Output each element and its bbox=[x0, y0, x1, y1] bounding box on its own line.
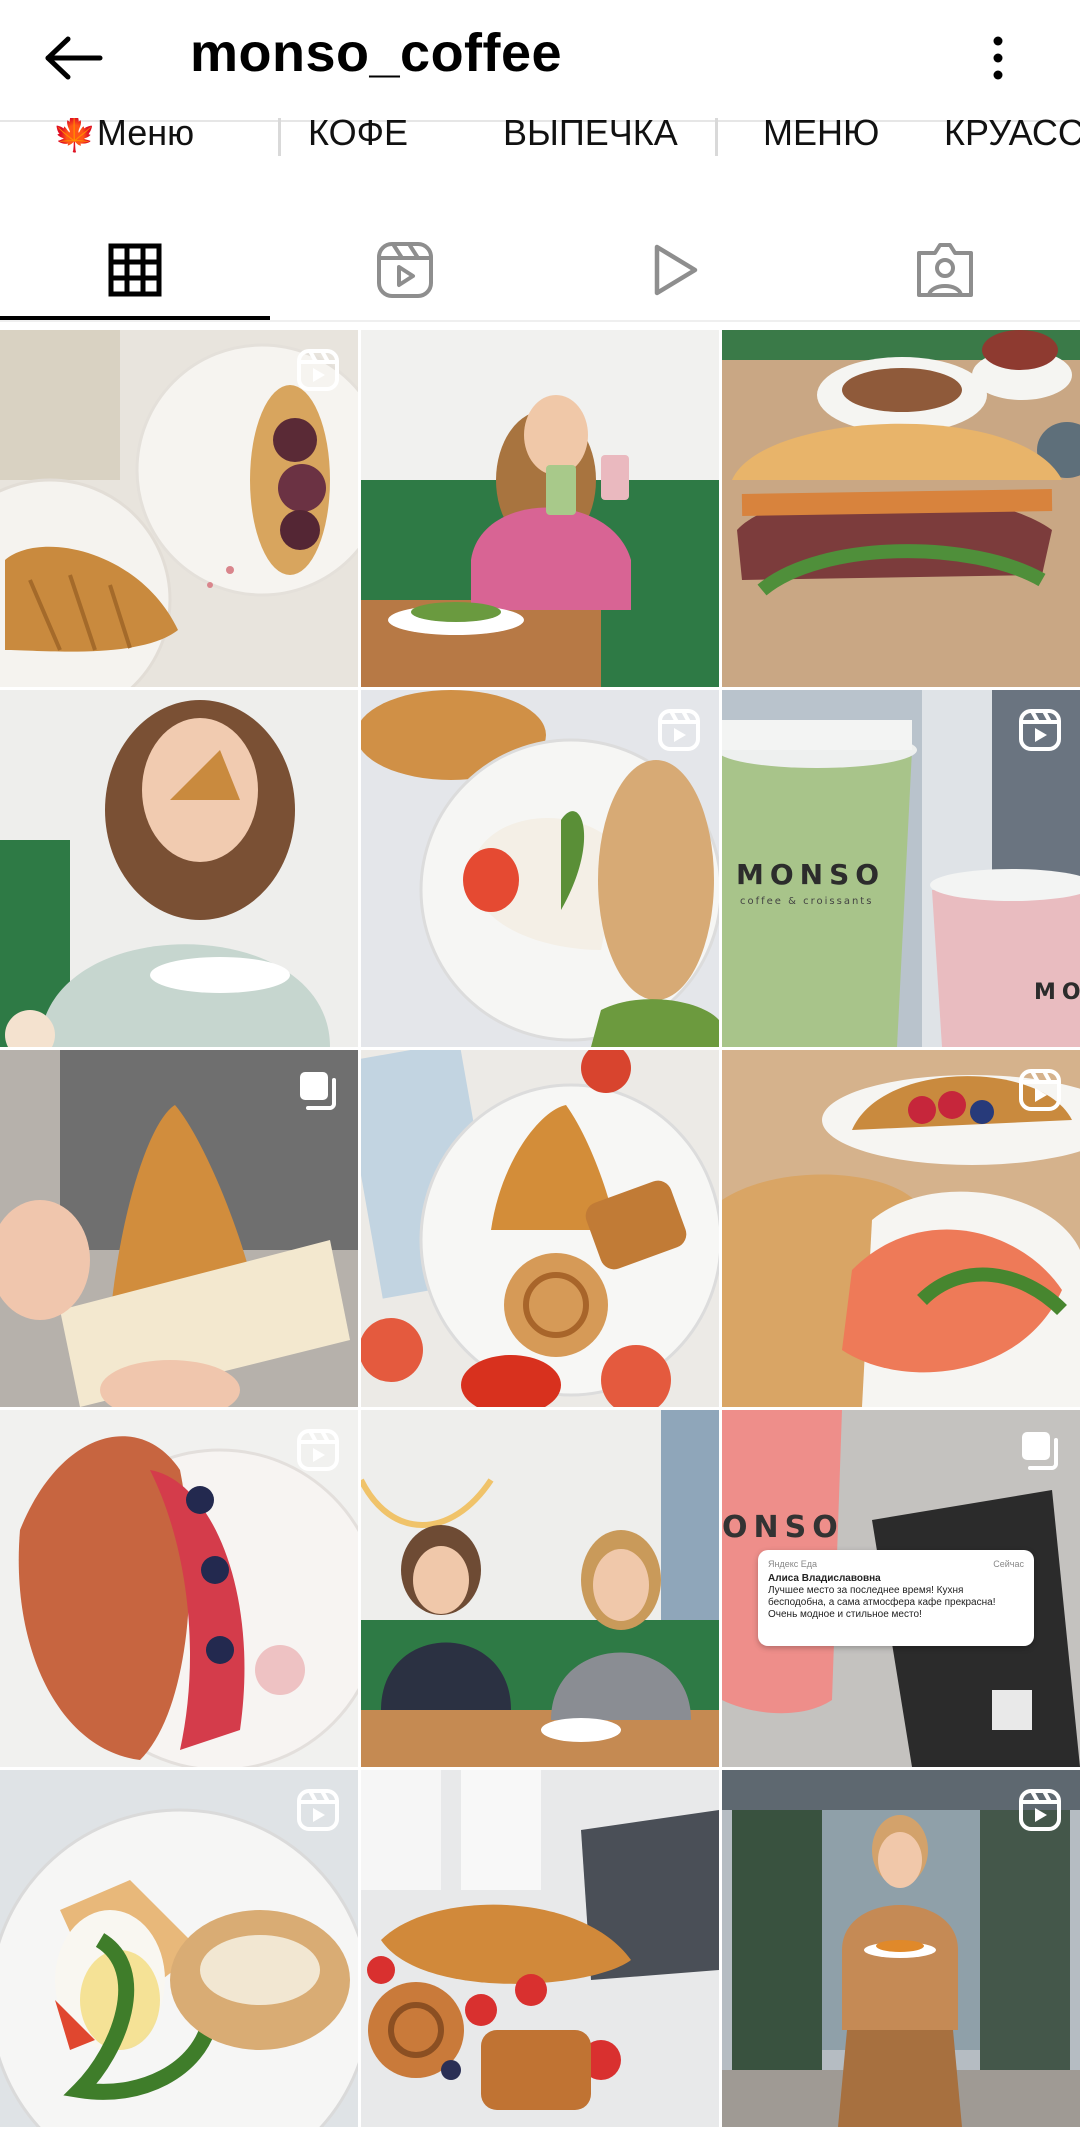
carousel-badge-icon bbox=[1018, 1428, 1062, 1472]
play-icon bbox=[654, 244, 698, 296]
reel-badge-icon bbox=[296, 1428, 340, 1472]
post-tile[interactable] bbox=[361, 330, 719, 687]
review-source: Яндекс Еда bbox=[768, 1559, 818, 1569]
post-tile[interactable] bbox=[0, 690, 358, 1047]
tab-reels[interactable] bbox=[270, 220, 540, 320]
posts-grid: MONSO coffee & croissants MO ONSO Яндекс… bbox=[0, 330, 1080, 2132]
more-options-button[interactable] bbox=[966, 22, 1030, 94]
top-bar: monso_coffee bbox=[0, 0, 1080, 120]
cup-brand-subtext: coffee & croissants bbox=[740, 896, 874, 907]
reel-badge-icon bbox=[1018, 1068, 1062, 1112]
post-tile[interactable] bbox=[0, 1410, 358, 1767]
post-tile[interactable] bbox=[361, 1770, 719, 2127]
review-card: Яндекс Еда Сейчас Алиса Владиславовна Луч… bbox=[758, 1550, 1034, 1646]
highlight-label[interactable]: КОФЕ bbox=[308, 118, 408, 154]
post-tile[interactable] bbox=[722, 1770, 1080, 2127]
review-time: Сейчас bbox=[993, 1559, 1024, 1569]
review-author: Алиса Владиславовна bbox=[768, 1573, 881, 1584]
cup-brand-text: ONSO bbox=[722, 1510, 844, 1545]
grid-icon bbox=[108, 243, 162, 297]
reel-badge-icon bbox=[1018, 708, 1062, 752]
post-image bbox=[361, 330, 719, 687]
post-tile[interactable] bbox=[0, 1770, 358, 2127]
tabs-divider bbox=[0, 320, 1080, 322]
post-tile[interactable] bbox=[0, 1050, 358, 1407]
post-image bbox=[361, 1410, 719, 1767]
story-highlights: 🍁Меню КОФЕ ВЫПЕЧКА МЕНЮ КРУАССАНЫ bbox=[0, 118, 1080, 156]
reel-badge-icon bbox=[296, 1788, 340, 1832]
post-tile[interactable] bbox=[722, 1050, 1080, 1407]
post-image bbox=[361, 1050, 719, 1407]
highlight-divider bbox=[715, 118, 718, 156]
tab-tagged[interactable] bbox=[810, 220, 1080, 320]
arrow-left-icon bbox=[45, 36, 103, 80]
post-tile[interactable]: MONSO coffee & croissants MO bbox=[722, 690, 1080, 1047]
post-image bbox=[361, 1770, 719, 2127]
post-tile[interactable] bbox=[361, 690, 719, 1047]
post-tile[interactable] bbox=[361, 1410, 719, 1767]
back-button[interactable] bbox=[38, 22, 110, 94]
profile-tabs bbox=[0, 220, 1080, 324]
profile-username: monso_coffee bbox=[190, 23, 563, 83]
highlight-label[interactable]: ВЫПЕЧКА bbox=[503, 118, 678, 154]
highlight-label[interactable]: 🍁Меню bbox=[52, 118, 194, 154]
tab-posts[interactable] bbox=[0, 220, 270, 320]
tab-videos[interactable] bbox=[540, 220, 810, 320]
reel-badge-icon bbox=[1018, 1788, 1062, 1832]
reels-icon bbox=[377, 242, 433, 298]
reel-badge-icon bbox=[657, 708, 701, 752]
highlight-label[interactable]: КРУАССАНЫ bbox=[944, 118, 1080, 154]
post-tile[interactable] bbox=[361, 1050, 719, 1407]
post-tile[interactable] bbox=[722, 330, 1080, 687]
cup-brand-text: MONSO bbox=[736, 858, 886, 891]
highlight-label[interactable]: МЕНЮ bbox=[763, 118, 879, 154]
post-image bbox=[0, 690, 358, 1047]
review-text: Лучшее место за последнее время! Кухня б… bbox=[768, 1585, 996, 1620]
more-vertical-icon bbox=[993, 36, 1003, 80]
reel-badge-icon bbox=[296, 348, 340, 392]
post-image bbox=[722, 330, 1080, 687]
post-tile[interactable] bbox=[0, 330, 358, 687]
post-tile[interactable]: ONSO Яндекс Еда Сейчас Алиса Владиславовн… bbox=[722, 1410, 1080, 1767]
highlight-divider bbox=[278, 118, 281, 156]
tagged-person-icon bbox=[917, 243, 973, 297]
carousel-badge-icon bbox=[296, 1068, 340, 1112]
cup-brand-text: MO bbox=[1034, 980, 1080, 1005]
